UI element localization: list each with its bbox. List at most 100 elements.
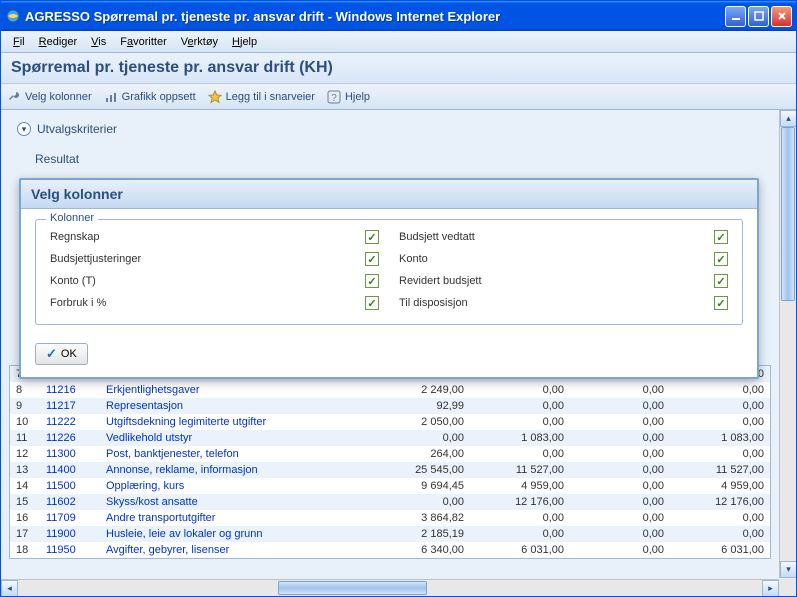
row-code: 11500 — [40, 478, 100, 494]
horizontal-scrollbar[interactable]: ◂ ▸ — [1, 579, 779, 596]
vertical-scrollbar[interactable]: ▴ ▾ — [779, 110, 796, 578]
col-option-label: Budsjett vedtatt — [399, 231, 694, 243]
toolbar-velg-kolonner[interactable]: Velg kolonner — [7, 90, 92, 104]
menubar: Fil Rediger Vis Favoritter Verktøy Hjelp — [1, 31, 796, 53]
row-v2: 6 031,00 — [470, 542, 570, 558]
row-v1: 92,99 — [370, 398, 470, 414]
result-tab[interactable]: Resultat — [27, 148, 771, 170]
row-v4: 0,00 — [670, 414, 770, 430]
row-v2: 4 959,00 — [470, 478, 570, 494]
velg-kolonner-dialog: Velg kolonner Kolonner Regnskap ✓ Budsje… — [19, 178, 759, 379]
toolbar-label: Hjelp — [345, 91, 370, 103]
row-num: 13 — [10, 462, 40, 478]
chart-icon — [104, 90, 118, 104]
checkbox-konto[interactable]: ✓ — [714, 252, 728, 266]
row-v3: 0,00 — [570, 446, 670, 462]
row-v2: 1 083,00 — [470, 430, 570, 446]
table-row[interactable]: 1611709Andre transportutgifter3 864,820,… — [10, 510, 770, 526]
row-v2: 0,00 — [470, 398, 570, 414]
row-v3: 0,00 — [570, 526, 670, 542]
maximize-button[interactable] — [748, 6, 769, 27]
toolbar-hjelp[interactable]: ? Hjelp — [327, 90, 370, 104]
window-title: AGRESSO Spørremal pr. tjeneste pr. ansva… — [25, 9, 725, 24]
row-v2: 0,00 — [470, 526, 570, 542]
checkbox-til-disposisjon[interactable]: ✓ — [714, 296, 728, 310]
menu-rediger[interactable]: Rediger — [33, 34, 84, 50]
scroll-thumb-h[interactable] — [278, 581, 427, 595]
table-row[interactable]: 1511602Skyss/kost ansatte0,0012 176,000,… — [10, 494, 770, 510]
menu-vis[interactable]: Vis — [85, 34, 112, 50]
row-v4: 0,00 — [670, 398, 770, 414]
scroll-up-button[interactable]: ▴ — [780, 110, 796, 127]
row-num: 10 — [10, 414, 40, 430]
row-code: 11300 — [40, 446, 100, 462]
table-row[interactable]: 1411500Opplæring, kurs9 694,454 959,000,… — [10, 478, 770, 494]
table-row[interactable]: 1311400Annonse, reklame, informasjon25 5… — [10, 462, 770, 478]
row-v1: 9 694,45 — [370, 478, 470, 494]
scroll-corner — [779, 579, 796, 596]
page-header: Spørremal pr. tjeneste pr. ansvar drift … — [1, 53, 796, 84]
criteria-label: Utvalgskriterier — [37, 122, 117, 136]
row-code: 11400 — [40, 462, 100, 478]
table-row[interactable]: 1011222Utgiftsdekning legimiterte utgift… — [10, 414, 770, 430]
table-row[interactable]: 1211300Post, banktjenester, telefon264,0… — [10, 446, 770, 462]
chevron-down-icon: ▾ — [17, 122, 31, 136]
scroll-right-button[interactable]: ▸ — [762, 580, 779, 596]
col-option-label: Revidert budsjett — [399, 275, 694, 287]
row-v4: 0,00 — [670, 382, 770, 398]
row-code: 11222 — [40, 414, 100, 430]
row-text: Utgiftsdekning legimiterte utgifter — [100, 414, 370, 430]
scroll-thumb-v[interactable] — [781, 127, 795, 301]
row-text: Annonse, reklame, informasjon — [100, 462, 370, 478]
row-v1: 0,00 — [370, 494, 470, 510]
close-button[interactable] — [771, 6, 792, 27]
row-code: 11900 — [40, 526, 100, 542]
menu-hjelp[interactable]: Hjelp — [226, 34, 263, 50]
row-num: 16 — [10, 510, 40, 526]
row-v2: 0,00 — [470, 382, 570, 398]
table-row[interactable]: 911217Representasjon92,990,000,000,00 — [10, 398, 770, 414]
scroll-left-button[interactable]: ◂ — [1, 580, 18, 596]
checkbox-budsjett-vedtatt[interactable]: ✓ — [714, 230, 728, 244]
row-text: Avgifter, gebyrer, lisenser — [100, 542, 370, 558]
row-num: 17 — [10, 526, 40, 542]
table-row[interactable]: 1711900Husleie, leie av lokaler og grunn… — [10, 526, 770, 542]
fieldset-legend: Kolonner — [46, 212, 98, 224]
row-num: 9 — [10, 398, 40, 414]
checkbox-forbruk[interactable]: ✓ — [365, 296, 379, 310]
criteria-section-header[interactable]: ▾ Utvalgskriterier — [9, 118, 771, 140]
menu-verktoy[interactable]: Verktøy — [175, 34, 224, 50]
table-row[interactable]: 811216Erkjentlighetsgaver2 249,000,000,0… — [10, 382, 770, 398]
col-option-label: Til disposisjon — [399, 297, 694, 309]
row-v1: 2 185,19 — [370, 526, 470, 542]
kolonner-fieldset: Kolonner Regnskap ✓ Budsjett vedtatt ✓ B… — [35, 219, 743, 325]
checkbox-budsjettjusteringer[interactable]: ✓ — [365, 252, 379, 266]
wrench-icon — [7, 90, 21, 104]
row-v1: 2 050,00 — [370, 414, 470, 430]
ok-label: OK — [61, 348, 77, 360]
col-option-label: Konto — [399, 253, 694, 265]
table-row[interactable]: 1811950Avgifter, gebyrer, lisenser6 340,… — [10, 542, 770, 558]
toolbar-snarveier[interactable]: Legg til i snarveier — [208, 90, 315, 104]
row-v4: 6 031,00 — [670, 542, 770, 558]
col-option-label: Budsjettjusteringer — [50, 253, 345, 265]
ok-button[interactable]: ✓ OK — [35, 343, 88, 365]
checkbox-konto-t[interactable]: ✓ — [365, 274, 379, 288]
star-icon — [208, 90, 222, 104]
table-row[interactable]: 1111226Vedlikehold utstyr0,001 083,000,0… — [10, 430, 770, 446]
row-v2: 11 527,00 — [470, 462, 570, 478]
row-v1: 264,00 — [370, 446, 470, 462]
menu-fil[interactable]: Fil — [7, 34, 31, 50]
row-v3: 0,00 — [570, 430, 670, 446]
svg-text:?: ? — [331, 93, 337, 104]
row-v1: 2 249,00 — [370, 382, 470, 398]
row-v4: 12 176,00 — [670, 494, 770, 510]
checkbox-revidert-budsjett[interactable]: ✓ — [714, 274, 728, 288]
toolbar-grafikk[interactable]: Grafikk oppsett — [104, 90, 196, 104]
checkbox-regnskap[interactable]: ✓ — [365, 230, 379, 244]
row-v1: 0,00 — [370, 430, 470, 446]
result-table: 711200Annet forbruksmateriell / råvarer … — [9, 365, 771, 559]
menu-favoritter[interactable]: Favoritter — [114, 34, 172, 50]
minimize-button[interactable] — [725, 6, 746, 27]
scroll-down-button[interactable]: ▾ — [780, 561, 796, 578]
